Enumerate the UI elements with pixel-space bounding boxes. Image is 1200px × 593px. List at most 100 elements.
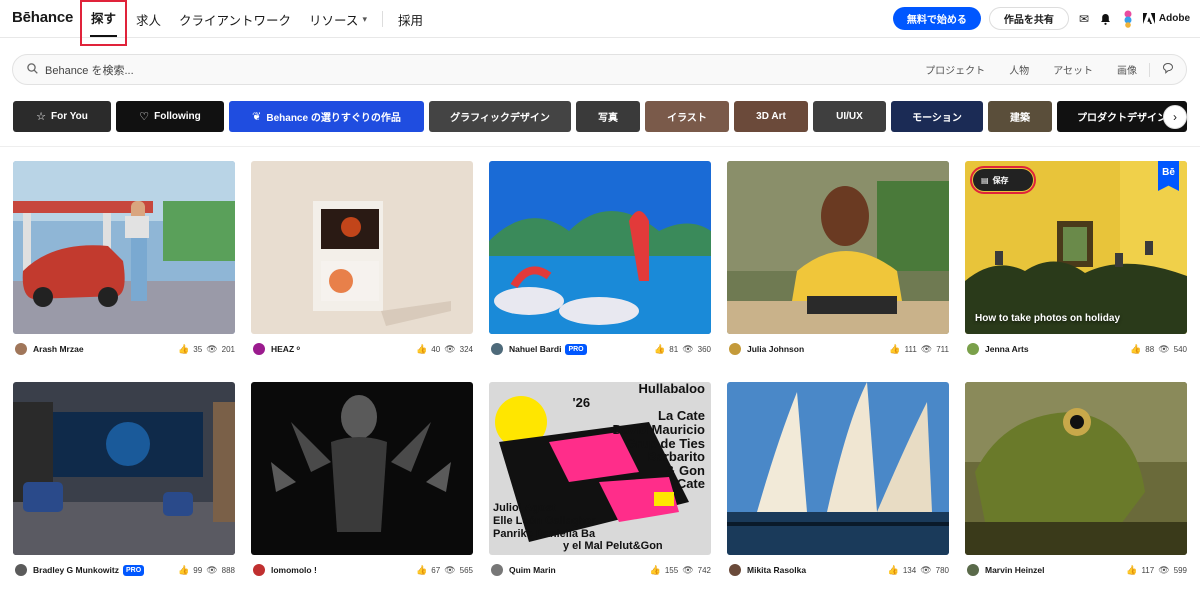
- chip-ui-ux[interactable]: UI/UX: [813, 101, 886, 132]
- avatar[interactable]: [253, 343, 265, 355]
- creator-name[interactable]: Jenna Arts: [985, 344, 1029, 354]
- share-work-button[interactable]: 作品を共有: [988, 7, 1069, 30]
- project-card[interactable]: HEAZ ᵒ 👍 40 👁 324: [251, 161, 473, 364]
- project-thumbnail[interactable]: [251, 161, 473, 334]
- card-meta: lomomolo ! 👍 67 👁 565: [251, 555, 473, 585]
- project-thumbnail[interactable]: [727, 382, 949, 555]
- chevron-right-icon[interactable]: ›: [1163, 105, 1187, 129]
- project-thumbnail[interactable]: [727, 161, 949, 334]
- project-thumbnail[interactable]: [251, 382, 473, 555]
- chip-architecture[interactable]: 建築: [988, 101, 1052, 132]
- mail-icon[interactable]: ✉: [1077, 12, 1091, 26]
- thumbs-up-icon: 👍: [654, 343, 666, 354]
- avatar[interactable]: [491, 564, 503, 576]
- adobe-link[interactable]: Adobe: [1142, 13, 1190, 24]
- filter-people[interactable]: 人物: [997, 62, 1041, 77]
- view-count: 324: [459, 344, 473, 354]
- eye-icon: 👁: [206, 343, 218, 354]
- filter-assets[interactable]: アセット: [1041, 62, 1105, 77]
- nav-hiring[interactable]: 採用: [389, 0, 432, 38]
- like-count: 40: [431, 344, 441, 354]
- creator-name[interactable]: Arash Mrzae: [33, 344, 84, 354]
- thumbs-up-icon: 👍: [178, 564, 190, 575]
- card-meta: Marvin Heinzel 👍 117 👁 599: [965, 555, 1187, 585]
- thumbs-up-icon: 👍: [1130, 343, 1142, 354]
- chip-illustration[interactable]: イラスト: [645, 101, 729, 132]
- behance-logo[interactable]: Bēhance: [12, 9, 73, 26]
- avatar[interactable]: [967, 343, 979, 355]
- search-bar[interactable]: Behance を検索... プロジェクト 人物 アセット 画像: [12, 54, 1187, 85]
- chip-3d-art[interactable]: 3D Art: [734, 101, 808, 132]
- bell-icon[interactable]: [1099, 12, 1113, 26]
- filter-images[interactable]: 画像: [1105, 62, 1149, 77]
- card-stats: 👍 99 👁 888: [178, 565, 235, 576]
- chip-photography[interactable]: 写真: [576, 101, 640, 132]
- project-card[interactable]: Marvin Heinzel 👍 117 👁 599: [965, 382, 1187, 585]
- chip-curated[interactable]: ❦ Behance の選りすぐりの作品: [229, 101, 424, 132]
- nav-jobs[interactable]: 求人: [127, 0, 170, 38]
- creator-name[interactable]: Nahuel Bardi: [509, 344, 561, 354]
- search-input[interactable]: Behance を検索...: [45, 62, 913, 78]
- nav-client-work[interactable]: クライアントワーク: [170, 0, 300, 38]
- nav-hiring-label: 採用: [397, 13, 423, 28]
- chip-label: 写真: [598, 113, 618, 124]
- avatar[interactable]: [253, 564, 265, 576]
- project-card[interactable]: Nahuel Bardi PRO 👍 81 👁 360: [489, 161, 711, 364]
- avatar[interactable]: [15, 343, 27, 355]
- signup-button[interactable]: 無料で始める: [892, 7, 981, 30]
- creator-name[interactable]: Mikita Rasolka: [747, 565, 806, 575]
- project-card[interactable]: ▤ 保存 Bē How to take photos on holiday Jen…: [965, 161, 1187, 364]
- poster-text: Hullabaloo '26 La Cate David Mauricio Gr…: [573, 382, 705, 492]
- chip-following[interactable]: ♡ Following: [116, 101, 224, 132]
- creator-name[interactable]: Julia Johnson: [747, 344, 804, 354]
- poster-line: Grup de Ties: [625, 435, 705, 451]
- nav-explore[interactable]: 探す: [80, 0, 128, 46]
- top-bar: Bēhance 探す 求人 クライアントワーク リソース ▾ 採用 無料で始める …: [0, 0, 1200, 46]
- card-meta: HEAZ ᵒ 👍 40 👁 324: [251, 334, 473, 364]
- chip-for-you[interactable]: ☆ For You: [13, 101, 111, 132]
- creator-name[interactable]: Bradley G Munkowitz: [33, 565, 119, 575]
- like-count: 155: [664, 565, 679, 575]
- chip-label: UI/UX: [836, 111, 863, 122]
- thumbs-up-icon: 👍: [416, 343, 428, 354]
- project-card[interactable]: Arash Mrzae 👍 35 👁 201: [13, 161, 235, 364]
- project-card[interactable]: lomomolo ! 👍 67 👁 565: [251, 382, 473, 585]
- thumbs-up-icon: 👍: [649, 564, 661, 575]
- creator-name[interactable]: HEAZ ᵒ: [271, 344, 300, 354]
- poster-line: Hullabaloo: [638, 382, 705, 396]
- avatar[interactable]: [1121, 10, 1135, 28]
- avatar[interactable]: [15, 564, 27, 576]
- nav-divider: [381, 11, 383, 27]
- chip-motion[interactable]: モーション: [891, 101, 983, 132]
- poster-line: Cate: [676, 476, 705, 492]
- card-meta: Julia Johnson 👍 111 👁 711: [727, 334, 949, 364]
- project-thumbnail[interactable]: Hullabaloo '26 La Cate David Mauricio Gr…: [489, 382, 711, 555]
- nav-resources[interactable]: リソース ▾: [300, 0, 376, 38]
- project-thumbnail[interactable]: [489, 161, 711, 334]
- project-card[interactable]: Julia Johnson 👍 111 👁 711: [727, 161, 949, 364]
- chat-icon[interactable]: [1150, 62, 1186, 77]
- chevron-down-icon: ▾: [362, 13, 367, 24]
- project-card[interactable]: Mikita Rasolka 👍 134 👁 780: [727, 382, 949, 585]
- eye-icon: 👁: [444, 564, 456, 575]
- project-card[interactable]: Bradley G Munkowitz PRO 👍 99 👁 888: [13, 382, 235, 585]
- save-button[interactable]: ▤ 保存: [970, 166, 1036, 194]
- project-thumbnail[interactable]: [13, 382, 235, 555]
- project-title[interactable]: How to take photos on holiday: [975, 313, 1120, 324]
- chip-graphic-design[interactable]: グラフィックデザイン: [429, 101, 571, 132]
- project-thumbnail[interactable]: [13, 161, 235, 334]
- creator-name[interactable]: Quim Marin: [509, 565, 556, 575]
- creator-name[interactable]: lomomolo !: [271, 565, 317, 575]
- avatar[interactable]: [729, 343, 741, 355]
- nav-client-work-label: クライアントワーク: [179, 13, 292, 28]
- avatar[interactable]: [729, 564, 741, 576]
- avatar[interactable]: [967, 564, 979, 576]
- view-count: 360: [697, 344, 711, 354]
- avatar[interactable]: [491, 343, 503, 355]
- filter-projects[interactable]: プロジェクト: [913, 62, 997, 77]
- project-thumbnail[interactable]: ▤ 保存 Bē How to take photos on holiday: [965, 161, 1187, 334]
- project-thumbnail[interactable]: [965, 382, 1187, 555]
- creator-name[interactable]: Marvin Heinzel: [985, 565, 1045, 575]
- project-card[interactable]: Hullabaloo '26 La Cate David Mauricio Gr…: [489, 382, 711, 585]
- nav-jobs-label: 求人: [136, 13, 162, 28]
